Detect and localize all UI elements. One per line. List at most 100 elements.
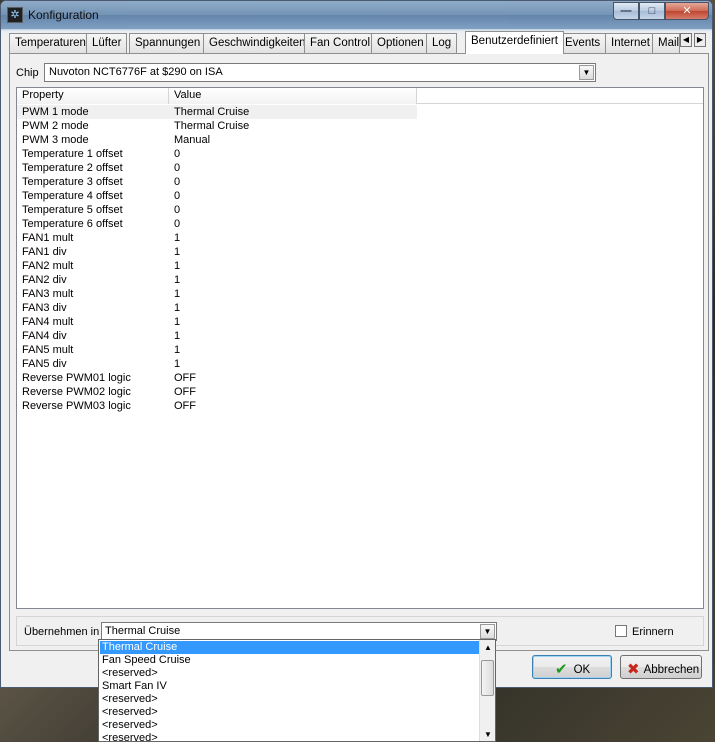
value-cell[interactable]: 0 (174, 204, 180, 216)
checkbox-icon[interactable] (615, 625, 627, 637)
column-header-property[interactable]: Property (17, 88, 169, 104)
dropdown-option[interactable]: <reserved> (100, 693, 480, 706)
value-cell[interactable]: Thermal Cruise (174, 106, 249, 118)
chevron-down-icon[interactable]: ▼ (480, 624, 495, 639)
table-row[interactable]: Reverse PWM01 logic OFF (17, 371, 417, 385)
minimize-button[interactable]: — (613, 2, 639, 20)
dropdown-option[interactable]: Smart Fan IV (100, 680, 480, 693)
table-row[interactable]: FAN4 mult 1 (17, 315, 417, 329)
chip-select-value: Nuvoton NCT6776F at $290 on ISA (49, 66, 223, 78)
value-cell[interactable]: 1 (174, 358, 180, 370)
table-row[interactable]: FAN5 div 1 (17, 357, 417, 371)
table-row[interactable]: FAN3 div 1 (17, 301, 417, 315)
tab-geschwindigkeiten[interactable]: Geschwindigkeiten (203, 33, 312, 53)
ok-button[interactable]: ✔ OK (532, 655, 612, 679)
value-cell[interactable]: 0 (174, 190, 180, 202)
scrollbar-thumb[interactable] (481, 660, 494, 696)
property-cell: PWM 2 mode (22, 120, 89, 132)
property-cell: Temperature 5 offset (22, 204, 123, 216)
tab-events[interactable]: Events (559, 33, 607, 53)
table-row[interactable]: Temperature 1 offset 0 (17, 147, 417, 161)
table-row[interactable]: PWM 1 mode Thermal Cruise (17, 105, 417, 119)
custom-settings-panel: Chip Nuvoton NCT6776F at $290 on ISA ▼ P… (9, 53, 709, 651)
table-row[interactable]: FAN5 mult 1 (17, 343, 417, 357)
value-cell[interactable]: Manual (174, 134, 210, 146)
chevron-down-icon[interactable]: ▼ (579, 65, 594, 80)
table-row[interactable]: Reverse PWM03 logic OFF (17, 399, 417, 413)
value-cell[interactable]: 1 (174, 330, 180, 342)
value-cell[interactable]: 0 (174, 148, 180, 160)
tab-temperaturen[interactable]: Temperaturen (9, 33, 92, 53)
tab-internet[interactable]: Internet (605, 33, 656, 53)
value-cell[interactable]: 0 (174, 218, 180, 230)
table-row[interactable]: FAN2 div 1 (17, 273, 417, 287)
title-bar[interactable]: ✲ Konfiguration — □ ✕ (1, 1, 712, 29)
tab-optionen[interactable]: Optionen (371, 33, 430, 53)
value-cell[interactable]: 1 (174, 260, 180, 272)
dropdown-option[interactable]: <reserved> (100, 667, 480, 680)
table-row[interactable]: Temperature 5 offset 0 (17, 203, 417, 217)
value-cell[interactable]: 0 (174, 176, 180, 188)
dropdown-option[interactable]: Fan Speed Cruise (100, 654, 480, 667)
table-row[interactable]: PWM 2 mode Thermal Cruise (17, 119, 417, 133)
apply-label: Übernehmen in (24, 626, 100, 638)
property-cell: FAN3 mult (22, 288, 74, 300)
tab-scroll-left-icon[interactable]: ◀ (680, 33, 692, 47)
value-cell[interactable]: 1 (174, 316, 180, 328)
value-cell[interactable]: OFF (174, 400, 196, 412)
table-row[interactable]: Temperature 2 offset 0 (17, 161, 417, 175)
table-row[interactable]: FAN2 mult 1 (17, 259, 417, 273)
table-row[interactable]: Temperature 4 offset 0 (17, 189, 417, 203)
property-cell: Temperature 2 offset (22, 162, 123, 174)
remember-checkbox[interactable]: Erinnern (615, 625, 674, 638)
tab-spannungen[interactable]: Spannungen (129, 33, 207, 53)
property-grid[interactable]: Property Value PWM 1 mode Thermal Cruise P… (16, 87, 704, 609)
remember-label: Erinnern (632, 626, 674, 638)
value-cell[interactable]: 0 (174, 162, 180, 174)
maximize-button[interactable]: □ (639, 2, 665, 20)
cancel-label: Abbrechen (643, 664, 700, 676)
tab-fan-control[interactable]: Fan Control (304, 33, 377, 53)
value-cell[interactable]: 1 (174, 344, 180, 356)
table-row[interactable]: Temperature 6 offset 0 (17, 217, 417, 231)
property-cell: PWM 3 mode (22, 134, 89, 146)
cross-icon: ✖ (627, 661, 640, 678)
column-header-value[interactable]: Value (169, 88, 417, 104)
value-cell[interactable]: 1 (174, 288, 180, 300)
tab-mail[interactable]: Mail (652, 33, 680, 53)
close-button[interactable]: ✕ (665, 2, 709, 20)
dropdown-scrollbar[interactable]: ▲ ▼ (479, 640, 495, 741)
table-row[interactable]: FAN1 mult 1 (17, 231, 417, 245)
tab-scroll-right-icon[interactable]: ▶ (694, 33, 706, 47)
dropdown-option[interactable]: <reserved> (100, 706, 480, 719)
value-cell[interactable]: OFF (174, 386, 196, 398)
tab-benutzerdefiniert[interactable]: Benutzerdefiniert (465, 31, 564, 54)
apply-select-value: Thermal Cruise (105, 625, 181, 637)
table-row[interactable]: Temperature 3 offset 0 (17, 175, 417, 189)
scroll-down-icon[interactable]: ▼ (480, 727, 495, 741)
value-cell[interactable]: 1 (174, 232, 180, 244)
tab-log[interactable]: Log (426, 33, 458, 53)
value-cell[interactable]: 1 (174, 302, 180, 314)
table-row[interactable]: FAN4 div 1 (17, 329, 417, 343)
table-row[interactable]: Reverse PWM02 logic OFF (17, 385, 417, 399)
value-cell[interactable]: 1 (174, 274, 180, 286)
apply-dropdown-list[interactable]: Thermal Cruise Fan Speed Cruise <reserved>… (98, 639, 496, 742)
table-row[interactable]: PWM 3 mode Manual (17, 133, 417, 147)
dropdown-option[interactable]: <reserved> (100, 732, 480, 741)
dropdown-option[interactable]: Thermal Cruise (100, 641, 480, 654)
value-cell[interactable]: Thermal Cruise (174, 120, 249, 132)
chip-label: Chip (16, 67, 39, 79)
cancel-button[interactable]: ✖ Abbrechen (620, 655, 702, 679)
value-cell[interactable]: 1 (174, 246, 180, 258)
tab-luefter[interactable]: Lüfter (86, 33, 128, 53)
dropdown-option[interactable]: <reserved> (100, 719, 480, 732)
chip-select[interactable]: Nuvoton NCT6776F at $290 on ISA ▼ (44, 63, 596, 82)
table-row[interactable]: FAN1 div 1 (17, 245, 417, 259)
table-row[interactable]: FAN3 mult 1 (17, 287, 417, 301)
scroll-up-icon[interactable]: ▲ (480, 640, 495, 656)
value-cell[interactable]: OFF (174, 372, 196, 384)
property-cell: FAN4 div (22, 330, 67, 342)
property-cell: Temperature 3 offset (22, 176, 123, 188)
property-cell: FAN2 div (22, 274, 67, 286)
